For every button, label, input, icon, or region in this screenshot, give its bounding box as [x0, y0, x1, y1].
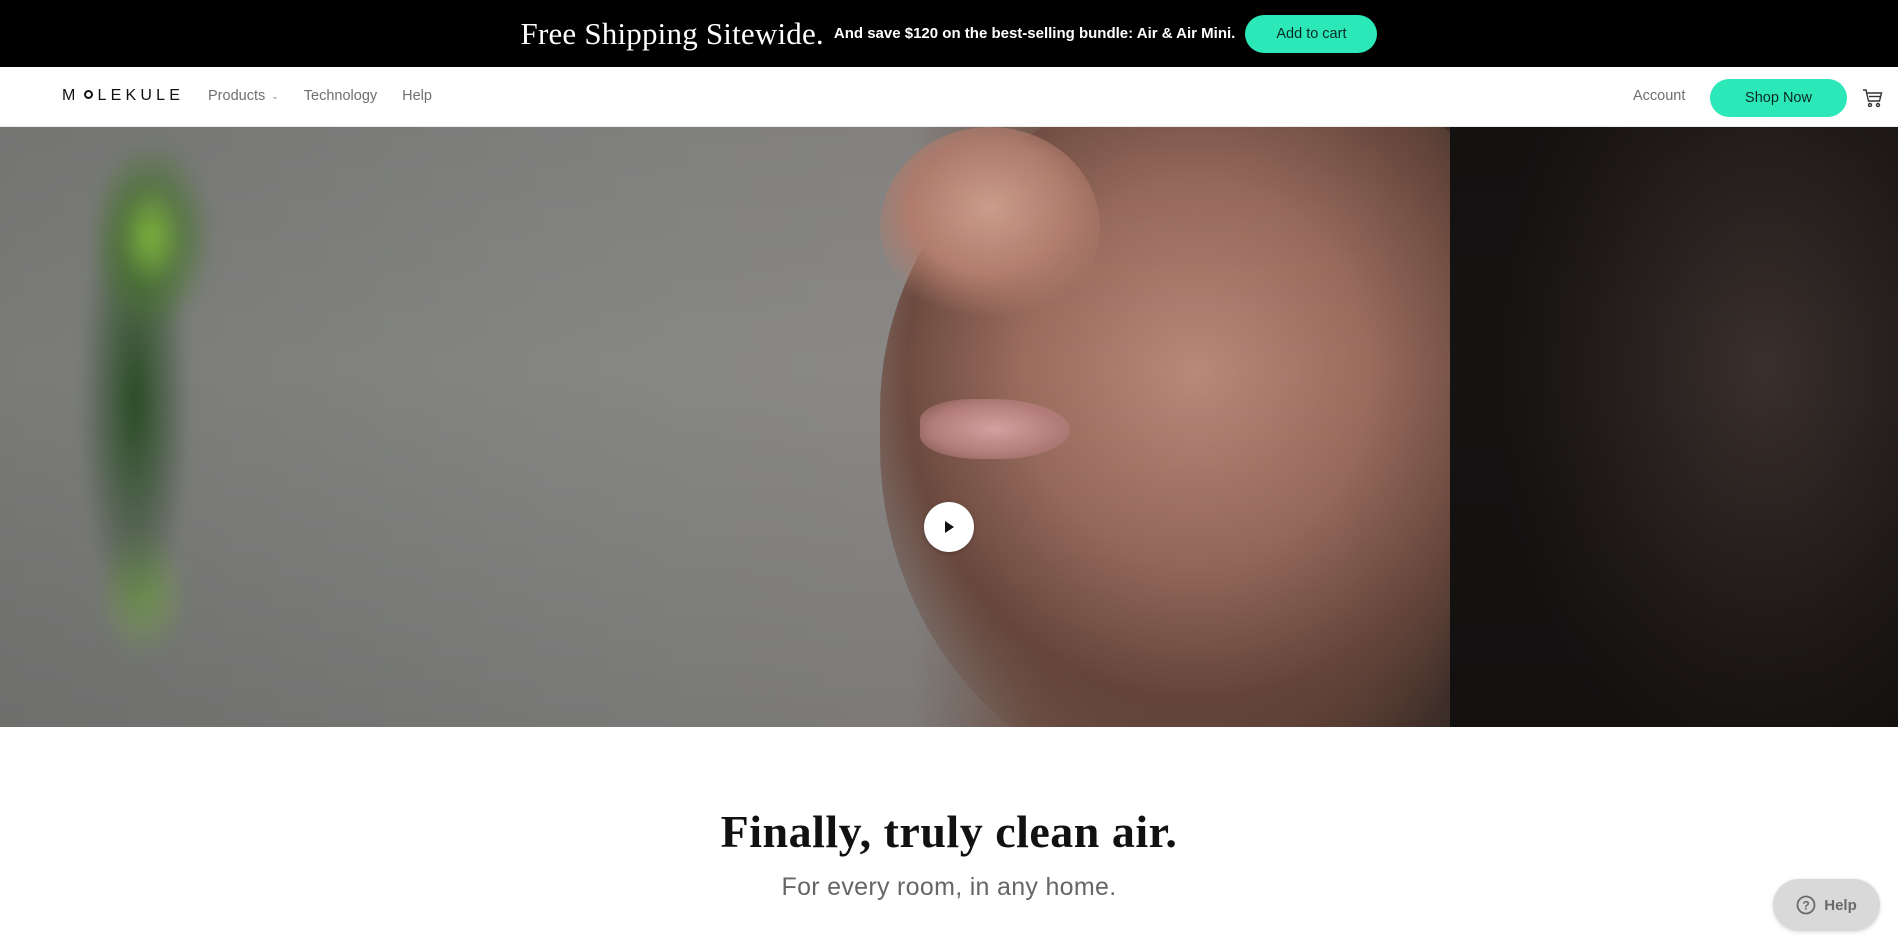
play-button[interactable] [924, 502, 974, 552]
hero-video[interactable] [0, 127, 1898, 727]
chevron-down-icon: ⌄ [271, 90, 279, 101]
page-title: Finally, truly clean air. [720, 806, 1178, 857]
play-icon [945, 521, 954, 533]
question-circle-icon: ? [1796, 895, 1816, 915]
help-widget-button[interactable]: ? Help [1773, 879, 1880, 931]
logo[interactable]: M LEKULE [62, 87, 184, 105]
help-widget-label: Help [1824, 896, 1857, 914]
page-subtitle: For every room, in any home. [781, 873, 1117, 901]
logo-text-end: LEKULE [97, 87, 185, 104]
hero-vignette [0, 127, 1898, 727]
logo-text-start: M [62, 87, 80, 104]
site-header: M LEKULE Products ⌄ Technology Help Acco… [0, 67, 1898, 127]
account-link[interactable]: Account [1633, 88, 1685, 104]
nav-products-label: Products [208, 88, 266, 104]
nav-products[interactable]: Products ⌄ [208, 88, 279, 104]
shop-now-button[interactable]: Shop Now [1710, 79, 1847, 117]
logo-dot-icon [83, 89, 93, 99]
main-nav: Products ⌄ Technology Help [208, 88, 432, 104]
add-to-cart-button[interactable]: Add to cart [1245, 14, 1378, 53]
promo-bar: Free Shipping Sitewide. And save $120 on… [0, 0, 1898, 67]
cart-icon[interactable] [1862, 87, 1884, 109]
promo-subtext: And save $120 on the best-selling bundle… [833, 25, 1236, 42]
svg-text:?: ? [1803, 899, 1810, 913]
nav-technology[interactable]: Technology [304, 88, 377, 104]
nav-help[interactable]: Help [402, 88, 432, 104]
promo-headline: Free Shipping Sitewide. [520, 15, 824, 51]
